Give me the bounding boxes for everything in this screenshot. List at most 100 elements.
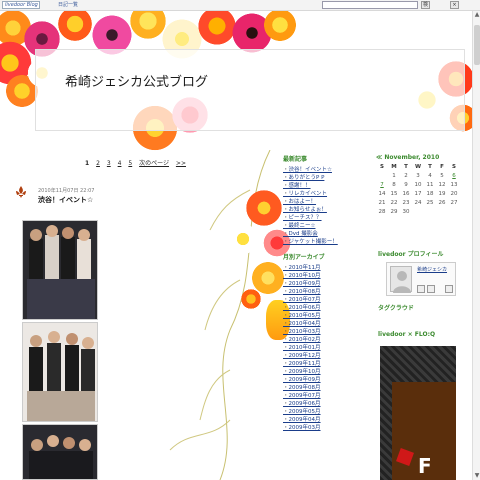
calendar-day: 9 (404, 182, 408, 188)
calendar-day: 12 (438, 182, 446, 188)
archive-month-link[interactable]: 2009年10月 (283, 368, 349, 376)
archive-month-link[interactable]: 2010年05月 (283, 312, 349, 320)
scrollbar-thumb[interactable] (474, 25, 480, 65)
archive-month-link[interactable]: 2009年07月 (283, 392, 349, 400)
calendar-day: 30 (402, 209, 410, 215)
recent-post-link[interactable]: Dvd 撮影会 (283, 230, 349, 238)
calendar-day: 14 (378, 191, 386, 197)
weekday-label: T (404, 164, 408, 170)
archive-month-link[interactable]: 2009年05月 (283, 408, 349, 416)
recent-posts-list: 渋谷！イベント☆ ありがとうP P 感謝！！ リレカイベント おはよー！ お知ら… (283, 166, 349, 246)
recent-post-link[interactable]: ありがとうP P (283, 174, 349, 182)
archive-month-link[interactable]: 2009年03月 (283, 424, 349, 432)
profile-heading: livedoor プロフィール (378, 251, 444, 258)
blog-title[interactable]: 希崎ジェシカ公式ブログ (65, 71, 208, 90)
archive-month-link[interactable]: 2009年06月 (283, 400, 349, 408)
archive-month-link[interactable]: 2010年06月 (283, 304, 349, 312)
calendar-day: 13 (450, 182, 458, 188)
calendar-day: 27 (450, 200, 458, 206)
recent-post-link[interactable]: 感謝！！ (283, 182, 349, 190)
calendar-day: 17 (414, 191, 422, 197)
calendar-day: 11 (426, 182, 434, 188)
archive-month-link[interactable]: 2010年01月 (283, 344, 349, 352)
calendar-day: 4 (428, 173, 432, 179)
calendar-day: 23 (402, 200, 410, 206)
entry-date: 2010年11月07日 22:07 (38, 188, 95, 194)
weekday-label: M (391, 164, 397, 170)
page-4[interactable]: 4 (118, 160, 122, 167)
weekday-label: F (440, 164, 444, 170)
archive-month-link[interactable]: 2010年03月 (283, 328, 349, 336)
left-sidebar: 最新記事 渋谷！イベント☆ ありがとうP P 感謝！！ リレカイベント おはよー… (283, 154, 349, 432)
page-1[interactable]: 1 (85, 160, 89, 167)
archive-month-link[interactable]: 2009年11月 (283, 360, 349, 368)
fleur-de-lis-icon (16, 186, 26, 198)
archive-month-link[interactable]: 2010年02月 (283, 336, 349, 344)
weekday-label: S (452, 164, 456, 170)
recent-post-link[interactable]: 最終ニー☆ (283, 222, 349, 230)
recent-post-link[interactable]: お知らせよぉ！ (283, 206, 349, 214)
scroll-up-icon[interactable]: ▲ (473, 11, 480, 19)
archive-month-link[interactable]: 2009年04月 (283, 416, 349, 424)
blog-header: 希崎ジェシカ公式ブログ (0, 11, 472, 151)
recent-post-link[interactable]: リレカイベント (283, 190, 349, 198)
recent-posts-heading: 最新記事 (283, 156, 308, 163)
calendar-day: 19 (438, 191, 446, 197)
floq-widget[interactable]: F (380, 346, 456, 480)
help-icon[interactable] (445, 285, 453, 293)
calendar-day: 5 (440, 173, 444, 179)
weekday-label: W (414, 164, 422, 170)
star-icon[interactable] (427, 285, 435, 293)
calendar-day: 18 (426, 191, 434, 197)
archive-month-link[interactable]: 2010年04月 (283, 320, 349, 328)
calendar-empty-cell (376, 173, 388, 180)
page-2[interactable]: 2 (96, 160, 100, 167)
vertical-scrollbar[interactable]: ▲ ▼ (472, 11, 480, 480)
archive-month-link[interactable]: 2009年12月 (283, 352, 349, 360)
calendar-day: 2 (404, 173, 408, 179)
scroll-down-icon[interactable]: ▼ (473, 472, 480, 480)
entry-photo[interactable] (22, 322, 98, 422)
entry-title[interactable]: 渋谷！イベント☆ (38, 195, 93, 205)
archive-month-link[interactable]: 2010年07月 (283, 296, 349, 304)
calendar-heading[interactable]: ≪ November, 2010 (376, 154, 470, 161)
calendar-day: 21 (378, 200, 386, 206)
recent-post-link[interactable]: ジャケット撮影ー！ (283, 238, 349, 246)
profile-name-link[interactable]: 希崎ジェシカ (417, 266, 447, 273)
search-button[interactable]: 検 (421, 1, 430, 9)
calendar-day: 22 (390, 200, 398, 206)
calendar-day: 29 (390, 209, 398, 215)
search-input[interactable] (322, 1, 418, 9)
calendar-day: 15 (390, 191, 398, 197)
flower-decoration (240, 288, 262, 310)
profile-card: 希崎ジェシカ (386, 262, 456, 296)
calendar-day[interactable]: 7 (376, 182, 388, 189)
archive-month-link[interactable]: 2010年11月 (283, 264, 349, 272)
right-sidebar: ≪ November, 2010 S M T W T F S 123456789… (376, 154, 470, 216)
page-3[interactable]: 3 (107, 160, 111, 167)
mail-icon[interactable] (417, 285, 425, 293)
calendar-day[interactable]: 6 (448, 173, 460, 180)
archive-month-link[interactable]: 2009年08月 (283, 384, 349, 392)
floq-logo-letter: F (418, 454, 432, 478)
tag-cloud-heading: タグクラウド (378, 305, 414, 312)
calendar-day: 28 (378, 209, 386, 215)
recent-post-link[interactable]: ピーチス？？ (283, 214, 349, 222)
archive-month-link[interactable]: 2010年10月 (283, 272, 349, 280)
page-5[interactable]: 5 (128, 160, 132, 167)
archive-month-link[interactable]: 2009年09月 (283, 376, 349, 384)
calendar-day: 3 (416, 173, 420, 179)
entry-photo[interactable] (22, 424, 98, 480)
entry-photo[interactable] (22, 220, 98, 320)
recent-post-link[interactable]: おはよー！ (283, 198, 349, 206)
calendar-day: 24 (414, 200, 422, 206)
livedoor-blog-logo[interactable]: livedoor Blog (2, 1, 40, 9)
diary-list-link[interactable]: 日記一覧 (58, 1, 78, 9)
close-button[interactable]: × (450, 1, 459, 9)
archive-month-link[interactable]: 2010年09月 (283, 280, 349, 288)
recent-post-link[interactable]: 渋谷！イベント☆ (283, 166, 349, 174)
avatar[interactable] (390, 266, 412, 293)
flower-decoration (262, 11, 298, 43)
archive-month-link[interactable]: 2010年08月 (283, 288, 349, 296)
calendar-day: 1 (392, 173, 396, 179)
